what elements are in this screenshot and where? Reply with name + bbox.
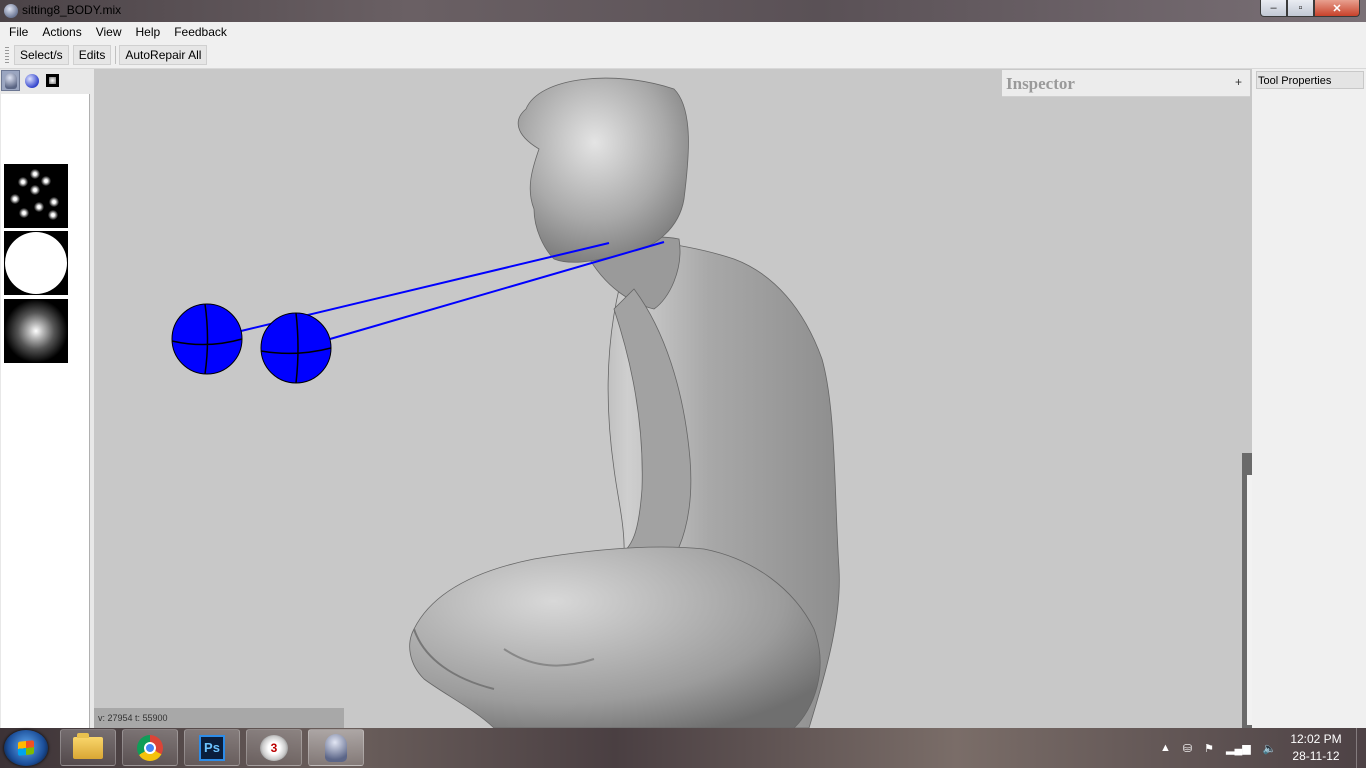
maximize-button[interactable]: ▫ xyxy=(1287,0,1314,17)
alpha-soft-falloff[interactable] xyxy=(4,299,68,363)
usb-icon[interactable]: ⛁ xyxy=(1183,742,1192,755)
clock-date: 28-11-12 xyxy=(1292,749,1340,763)
inspector-title: Inspector xyxy=(1006,74,1075,93)
title-bar: sitting8_BODY.mix – ▫ ✕ xyxy=(0,0,1366,22)
tab-meshes[interactable] xyxy=(1,70,20,91)
alpha-dots-stamp[interactable] xyxy=(4,164,68,228)
vertical-scrollbar[interactable] xyxy=(1242,453,1252,728)
alpha-list xyxy=(1,94,90,728)
start-button[interactable] xyxy=(4,730,48,766)
chrome-icon xyxy=(137,734,163,761)
menu-view[interactable]: View xyxy=(89,22,129,42)
model-legs xyxy=(409,546,821,728)
menu-bar: File Actions View Help Feedback xyxy=(0,22,1366,42)
taskbar-explorer[interactable] xyxy=(60,729,116,766)
edits-button[interactable]: Edits xyxy=(72,45,112,65)
windows-logo-icon xyxy=(18,740,34,756)
toolbar: Select/s Edits AutoRepair All xyxy=(0,42,1366,69)
mesh-stats: v: 27954 t: 55900 xyxy=(94,708,344,728)
tray-expand-icon[interactable]: ▲ xyxy=(1160,742,1171,754)
tool-properties-title: Tool Properties xyxy=(1256,71,1364,89)
taskbar-chrome[interactable] xyxy=(122,729,178,766)
inspector-panel: Inspector + xyxy=(1002,70,1250,97)
model-head xyxy=(517,77,689,263)
close-button[interactable]: ✕ xyxy=(1314,0,1360,17)
volume-icon[interactable]: 🔈 xyxy=(1263,742,1277,755)
action-center-flag-icon[interactable]: ⚑ xyxy=(1204,742,1214,755)
viewport-canvas[interactable] xyxy=(94,69,1252,728)
taskbar: Ps 3 ▲ ⛁ ⚑ ▂▄▆ 🔈 12:02 PM 28-11-12 xyxy=(0,728,1366,768)
window-title: sitting8_BODY.mix xyxy=(22,3,122,17)
menu-file[interactable]: File xyxy=(0,22,35,42)
bust-icon xyxy=(4,72,17,89)
clock[interactable]: 12:02 PM 28-11-12 xyxy=(1284,731,1348,765)
menu-feedback[interactable]: Feedback xyxy=(167,22,234,42)
app-icon: 3 xyxy=(260,734,288,761)
clock-time: 12:02 PM xyxy=(1290,732,1342,746)
tab-materials[interactable] xyxy=(22,70,41,91)
folder-icon xyxy=(73,732,103,759)
marker-sphere-1[interactable] xyxy=(171,303,243,375)
taskbar-app[interactable]: 3 xyxy=(246,729,302,766)
app-icon xyxy=(4,4,18,18)
left-panel xyxy=(0,69,94,728)
select-button[interactable]: Select/s xyxy=(14,45,69,65)
autorepair-all-button[interactable]: AutoRepair All xyxy=(119,45,208,65)
taskbar-meshmixer[interactable] xyxy=(308,729,364,766)
3d-viewport[interactable]: v: 27954 t: 55900 xyxy=(94,69,1252,728)
tab-stamps[interactable] xyxy=(43,70,62,91)
inspector-expand-button[interactable]: + xyxy=(1235,75,1242,89)
photoshop-icon: Ps xyxy=(199,734,225,761)
minimize-button[interactable]: – xyxy=(1260,0,1287,17)
menu-help[interactable]: Help xyxy=(129,22,168,42)
taskbar-photoshop[interactable]: Ps xyxy=(184,729,240,766)
system-tray: ▲ ⛁ ⚑ ▂▄▆ 🔈 xyxy=(1160,728,1288,768)
marker-sphere-2[interactable] xyxy=(260,312,332,384)
left-panel-tabs xyxy=(1,70,91,92)
network-icon[interactable]: ▂▄▆ xyxy=(1226,742,1251,755)
toolbar-separator xyxy=(115,46,117,64)
meshmixer-icon xyxy=(325,733,347,762)
tool-properties-panel: Tool Properties xyxy=(1252,69,1366,728)
sphere-icon xyxy=(24,73,39,88)
show-desktop-button[interactable] xyxy=(1356,728,1366,768)
toolbar-grip[interactable] xyxy=(5,47,9,63)
alpha-hard-circle[interactable] xyxy=(4,231,68,295)
menu-actions[interactable]: Actions xyxy=(35,22,88,42)
square-icon xyxy=(46,74,59,87)
